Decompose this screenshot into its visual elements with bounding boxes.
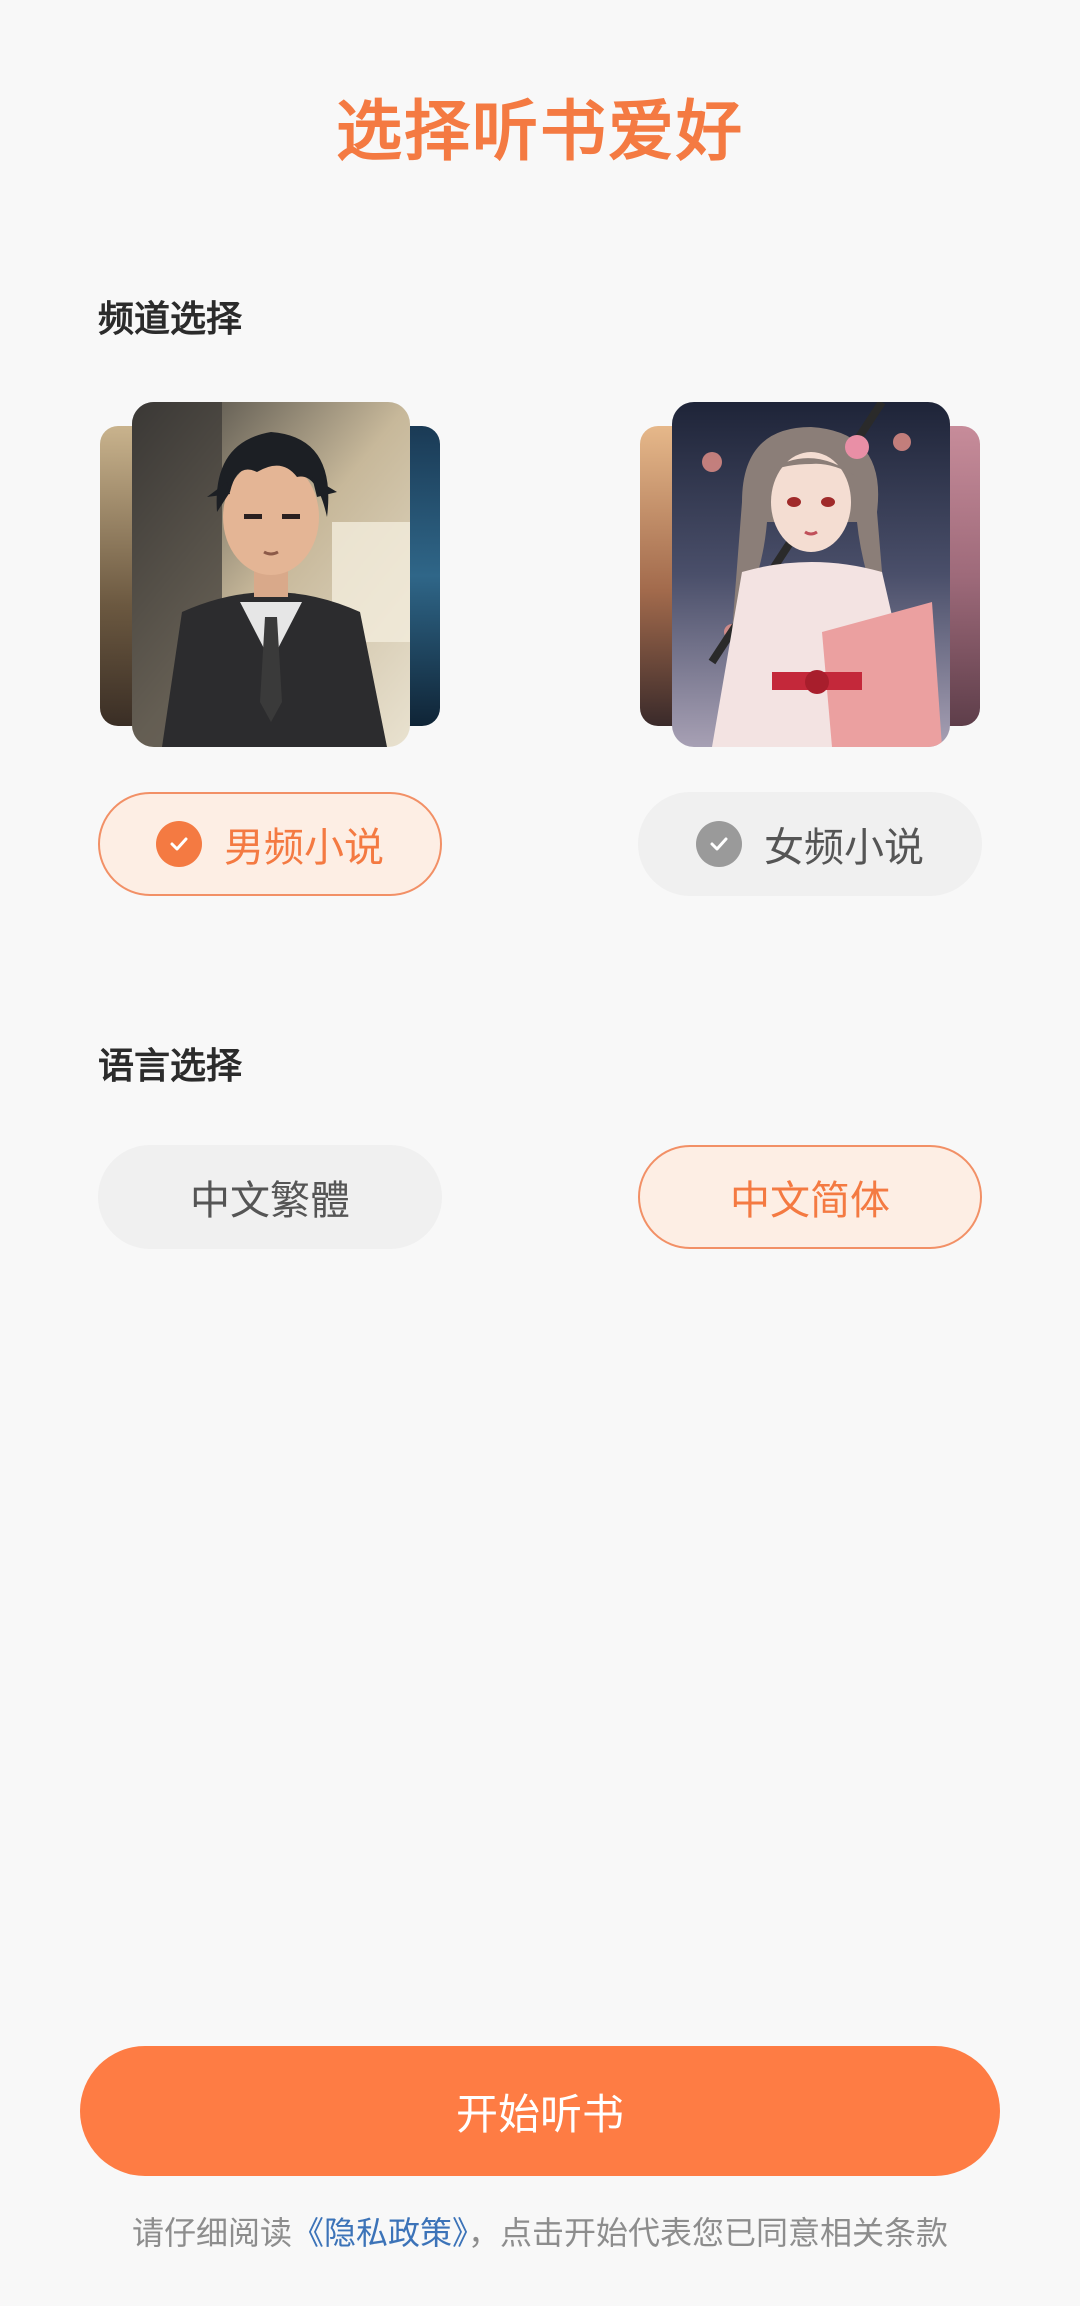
female-channel-option[interactable]: 女频小说 [638,792,982,896]
simplified-chinese-label: 中文简体 [730,1178,890,1224]
page-title: 选择听书爱好 [336,93,744,170]
female-character-illustration [672,402,950,747]
traditional-chinese-label: 中文繁體 [190,1178,350,1224]
privacy-suffix: ，点击开始代表您已同意相关条款 [468,2214,949,2252]
male-channel-option[interactable]: 男频小说 [98,792,442,896]
male-channel-label: 男频小说 [224,825,384,871]
start-listening-label: 开始听书 [455,2089,624,2139]
privacy-notice: 请仔细阅读《隐私政策》，点击开始代表您已同意相关条款 [0,2208,1080,2254]
privacy-prefix: 请仔细阅读 [131,2214,292,2252]
traditional-chinese-option[interactable]: 中文繁體 [98,1145,442,1249]
female-channel-cover[interactable] [640,402,984,752]
check-icon [696,821,742,867]
female-channel-label: 女频小说 [764,825,924,871]
channel-section-label: 频道选择 [98,299,243,340]
start-listening-button[interactable]: 开始听书 [80,2046,1000,2176]
male-channel-cover[interactable] [100,402,444,752]
language-section-label: 语言选择 [98,1046,243,1087]
simplified-chinese-option[interactable]: 中文简体 [638,1145,982,1249]
male-character-illustration [132,402,410,747]
check-icon [156,821,202,867]
privacy-policy-link[interactable]: 《隐私政策》 [292,2214,468,2252]
